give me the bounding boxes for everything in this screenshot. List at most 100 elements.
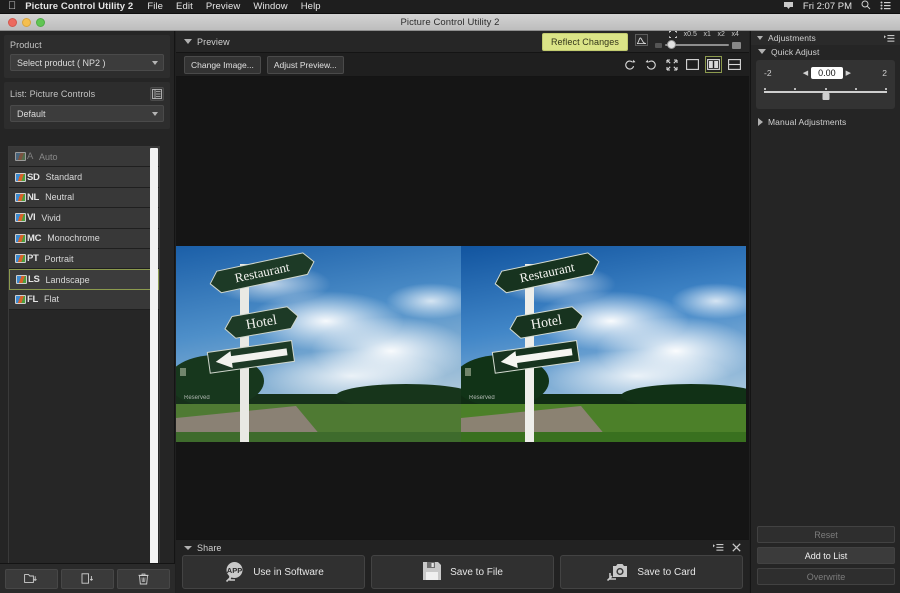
side-by-side-view-icon[interactable]	[705, 56, 722, 73]
zoom-label-2x[interactable]: x2	[718, 31, 725, 40]
left-panel: Product Select product ( NP2 ) List: Pic…	[0, 31, 175, 593]
quick-adjust-handle[interactable]	[822, 93, 829, 100]
quick-adjust-header[interactable]: Quick Adjust	[751, 45, 900, 58]
reset-button[interactable]: Reset	[757, 526, 895, 543]
picture-control-item-landscape[interactable]: LS Landscape	[9, 269, 159, 290]
rotate-right-icon[interactable]	[644, 58, 657, 71]
close-icon[interactable]	[732, 539, 741, 557]
chevron-down-icon	[152, 60, 158, 65]
picture-control-label: Landscape	[45, 274, 90, 285]
disclosure-triangle-icon[interactable]	[184, 545, 192, 550]
menu-bar-clock[interactable]: Fri 2:07 PM	[803, 1, 852, 12]
zoom-in-button[interactable]	[732, 41, 741, 49]
disclosure-triangle-icon[interactable]	[184, 39, 192, 44]
picture-control-item-auto[interactable]: A Auto	[9, 147, 159, 168]
split-view-icon[interactable]	[728, 58, 741, 71]
control-center-icon[interactable]	[880, 1, 891, 13]
menu-bar-status-items: Fri 2:07 PM	[783, 0, 900, 13]
picture-control-item-vivid[interactable]: VI Vivid	[9, 208, 159, 229]
disclosure-triangle-icon[interactable]	[758, 118, 763, 126]
picture-control-badge: SD	[15, 172, 40, 183]
preview-image-adjusted[interactable]: Restaurant Hotel Reserved	[461, 246, 746, 442]
single-view-icon[interactable]	[686, 58, 699, 71]
manual-adjustments-header[interactable]: Manual Adjustments	[751, 115, 900, 129]
menu-item-window[interactable]: Window	[253, 1, 287, 12]
search-icon[interactable]	[861, 0, 871, 13]
picture-control-item-neutral[interactable]: NL Neutral	[9, 187, 159, 209]
picture-control-item-flat[interactable]: FL Flat	[9, 289, 159, 311]
menu-item-help[interactable]: Help	[301, 1, 321, 12]
save-to-card-label: Save to Card	[637, 566, 696, 578]
picture-control-item-standard[interactable]: SD Standard	[9, 167, 159, 188]
quick-adjust-min-label: -2	[764, 68, 772, 78]
histogram-icon[interactable]	[635, 33, 648, 51]
rotate-left-icon[interactable]	[623, 58, 636, 71]
picture-control-label: Monochrome	[47, 233, 100, 244]
list-scrollbar[interactable]	[150, 148, 158, 588]
quick-adjust-value[interactable]: 0.00	[811, 67, 843, 79]
trash-icon[interactable]	[117, 568, 170, 589]
zoom-slider-handle[interactable]	[667, 40, 676, 49]
reflect-changes-button[interactable]: Reflect Changes	[541, 32, 628, 51]
picture-controls-header: List: Picture Controls	[10, 87, 164, 101]
apple-icon[interactable]: 	[8, 1, 16, 12]
product-select-value: Select product ( NP2 )	[17, 57, 106, 68]
stepper-decrement-icon[interactable]: ◀	[803, 69, 808, 77]
picture-control-thumbnail-icon	[15, 213, 26, 223]
zoom-out-button[interactable]	[655, 42, 662, 48]
save-to-card-button[interactable]: Save to Card	[560, 555, 743, 589]
svg-text:Reserved: Reserved	[469, 395, 495, 401]
change-image-button[interactable]: Change Image...	[184, 55, 261, 74]
quick-adjust-slider[interactable]	[764, 88, 887, 100]
airplay-icon[interactable]	[783, 1, 794, 13]
product-select[interactable]: Select product ( NP2 )	[10, 54, 164, 71]
zoom-fit-icon[interactable]	[669, 30, 677, 40]
picture-control-filter-value: Default	[17, 108, 46, 119]
add-to-list-button[interactable]: Add to List	[757, 547, 895, 564]
picture-control-filter-select[interactable]: Default	[10, 105, 164, 122]
preview-toolbar: Change Image... Adjust Preview...	[176, 53, 749, 77]
menu-item-preview[interactable]: Preview	[206, 1, 241, 12]
picture-control-list[interactable]: A Auto SD Standard NL Neutral VI Vivid MC Monochr…	[8, 146, 160, 591]
adjust-preview-button[interactable]: Adjust Preview...	[266, 55, 344, 74]
picture-control-item-portrait[interactable]: PT Portrait	[9, 248, 159, 270]
picture-control-abbr: FL	[27, 293, 39, 305]
list-menu-icon[interactable]	[884, 34, 900, 43]
picture-control-abbr: MC	[27, 232, 42, 244]
product-label: Product	[10, 40, 42, 50]
list-view-icon[interactable]	[150, 87, 164, 101]
list-menu-icon[interactable]	[713, 539, 724, 557]
picture-control-item-monochrome[interactable]: MC Monochrome	[9, 228, 159, 249]
floppy-disk-icon	[422, 561, 442, 584]
menu-item-file[interactable]: File	[147, 1, 163, 12]
save-to-file-button[interactable]: Save to File	[371, 555, 554, 589]
app-export-icon: APP	[223, 560, 245, 585]
menu-app-name[interactable]: Picture Control Utility 2	[25, 1, 133, 12]
fullscreen-icon[interactable]	[665, 58, 678, 71]
picture-control-badge: VI	[15, 212, 36, 223]
picture-control-badge: NL	[15, 192, 39, 203]
svg-text:Reserved: Reserved	[184, 395, 210, 401]
quick-adjust-title: Quick Adjust	[771, 46, 820, 57]
file-export-icon[interactable]	[61, 568, 114, 589]
zoom-label-half[interactable]: x0.5	[684, 31, 697, 40]
disclosure-triangle-icon[interactable]	[758, 49, 766, 54]
stepper-increment-icon[interactable]: ▶	[846, 69, 851, 77]
zoom-label-1x[interactable]: x1	[703, 31, 710, 40]
folder-import-icon[interactable]	[5, 568, 58, 589]
preview-stage: Restaurant Hotel Reserved Restaurant Hot…	[176, 77, 749, 565]
preview-view-controls	[623, 56, 741, 73]
preview-zoom-slider[interactable]: x0.5 x1 x2 x4	[655, 31, 741, 53]
use-in-software-button[interactable]: APP Use in Software	[182, 555, 365, 589]
zoom-label-4x[interactable]: x4	[732, 31, 739, 40]
overwrite-button[interactable]: Overwrite	[757, 568, 895, 585]
signpost-photo-original: Restaurant Hotel Reserved	[176, 246, 461, 442]
window-title: Picture Control Utility 2	[400, 16, 500, 28]
slider-tick	[854, 88, 857, 90]
picture-control-badge: PT	[15, 253, 39, 264]
picture-control-abbr: A	[27, 151, 34, 163]
menu-item-edit[interactable]: Edit	[176, 1, 193, 12]
preview-image-original[interactable]: Restaurant Hotel Reserved	[176, 246, 461, 442]
disclosure-triangle-icon[interactable]	[757, 36, 763, 40]
picture-control-label: Neutral	[45, 192, 75, 203]
